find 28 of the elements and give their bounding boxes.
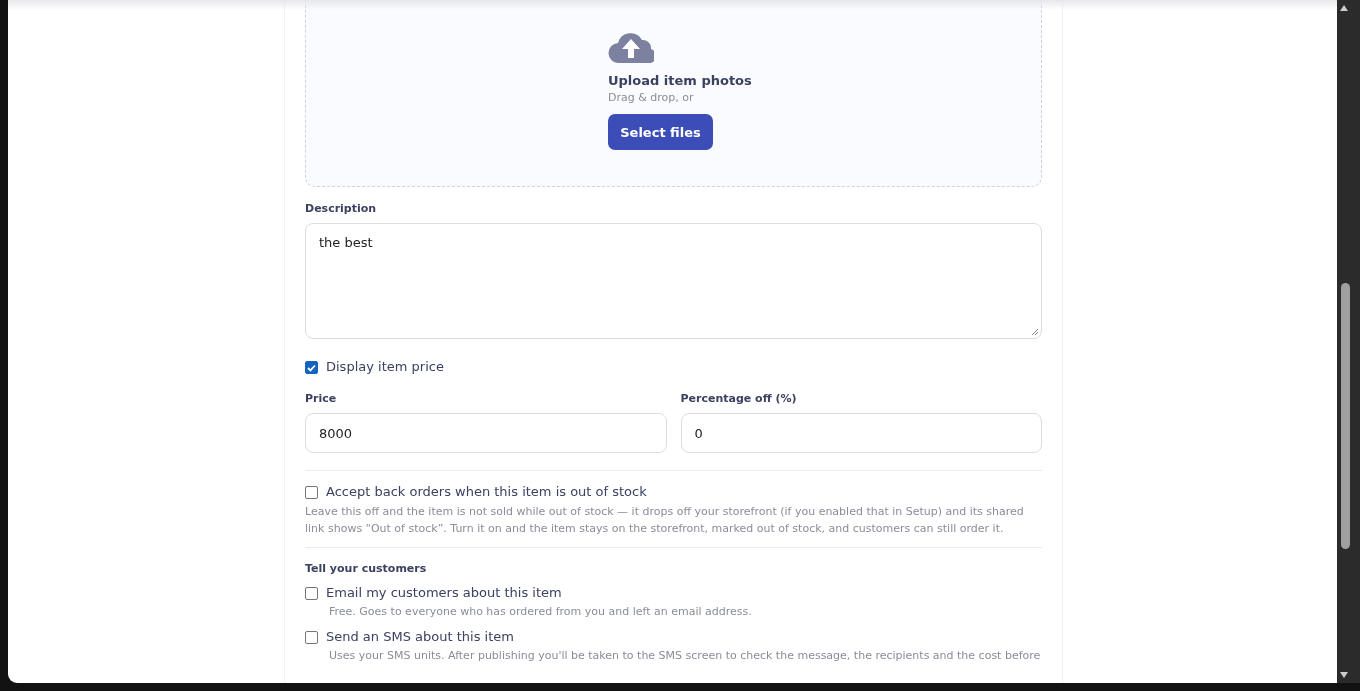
checkbox[interactable] — [305, 486, 318, 499]
percentage-field[interactable]: 0 — [680, 413, 1042, 453]
select-files-button[interactable]: Select files — [608, 114, 713, 150]
field-label: Price — [305, 392, 338, 405]
checkbox-label: Send an SMS about this item — [326, 629, 514, 644]
upload-title: Upload item photos — [608, 73, 752, 88]
checkbox-label: Display item price — [326, 359, 444, 374]
description-field[interactable]: the best — [305, 223, 1042, 339]
scroll-down-arrow-icon[interactable] — [1339, 671, 1349, 679]
checkbox[interactable] — [305, 631, 318, 644]
cloud-upload-icon — [608, 31, 654, 63]
checkbox[interactable] — [305, 587, 318, 600]
scroll-up-arrow-icon[interactable] — [1339, 4, 1349, 12]
resize-grip-icon[interactable] — [1031, 328, 1039, 336]
scrollbar[interactable] — [1337, 0, 1360, 683]
help-text: Free. Goes to everyone who has ordered from you and left an email address. — [329, 604, 753, 620]
help-text: Leave this off and the item is not sold while out of stock — it drops off your storefront (if you enabled that in Setup) and its shared link shows “Out of stock”. Turn it on and the item stays on the storefront, marked out of stock, and customers can still order it. — [305, 504, 1025, 537]
price-field[interactable]: 8000 — [305, 413, 667, 453]
help-text: Uses your SMS units. After publishing you'll be taken to the SMS screen to check the message, the recipients and the cost before — [329, 648, 1042, 664]
scrollbar-thumb[interactable] — [1341, 283, 1350, 549]
upload-dropzone[interactable]: Upload item photos Drag & drop, or Select files — [305, 0, 1042, 187]
upload-subtitle: Drag & drop, or — [608, 91, 694, 104]
checkbox-label: Email my customers about this item — [326, 585, 562, 600]
field-label: Percentage off (%) — [680, 392, 798, 405]
checkbox-label: Accept back orders when this item is out of stock — [326, 484, 647, 499]
field-label: Description — [305, 202, 378, 215]
checkbox[interactable] — [305, 361, 318, 374]
section-heading: Tell your customers — [305, 562, 428, 575]
